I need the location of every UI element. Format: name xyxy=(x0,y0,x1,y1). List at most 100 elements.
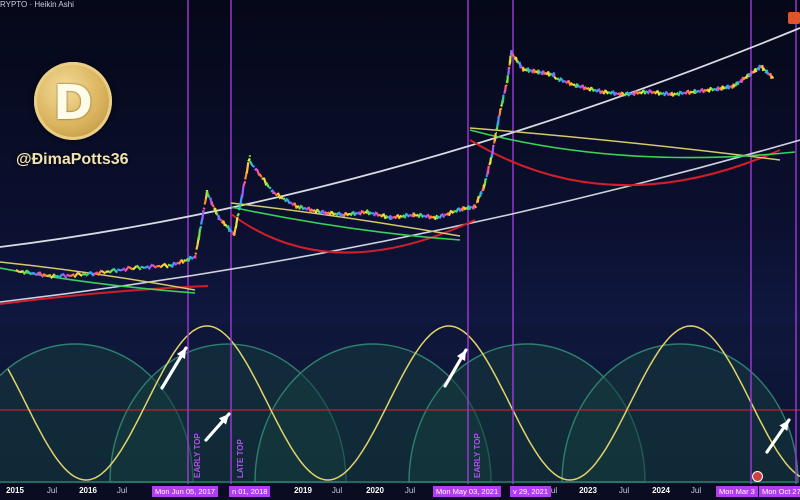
price-segment xyxy=(501,94,505,104)
chart-canvas: RYPTO · Heikin Ashi D @ÐimaPotts36 2015 J… xyxy=(0,0,800,500)
price-segment xyxy=(202,207,206,210)
price-segment xyxy=(495,127,499,131)
price-segment xyxy=(358,209,364,216)
price-segment xyxy=(116,268,122,272)
price-segment xyxy=(303,207,307,210)
cycle-top-label: EARLY TOP xyxy=(473,433,482,478)
price-segment xyxy=(519,64,523,69)
price-segment xyxy=(207,194,211,198)
price-segment xyxy=(228,228,233,233)
price-segment xyxy=(258,173,263,178)
price-segment xyxy=(635,90,640,96)
price-segment xyxy=(616,92,621,96)
price-segment xyxy=(135,264,142,271)
x-tick-label: 2016 xyxy=(79,486,97,495)
price-segment xyxy=(189,256,194,260)
price-segment xyxy=(378,213,382,217)
price-segment xyxy=(563,79,567,83)
price-series-0 xyxy=(15,155,251,279)
price-segment xyxy=(19,270,24,274)
price-segment xyxy=(663,90,668,97)
price-segment xyxy=(201,209,205,220)
price-segment xyxy=(431,215,436,219)
x-tick-label: Jul xyxy=(690,486,702,495)
price-segment xyxy=(289,201,293,205)
price-segment xyxy=(577,84,581,88)
x-tick-label: Jul xyxy=(331,486,343,495)
price-segment xyxy=(710,87,715,92)
price-segment xyxy=(735,80,740,86)
logo-letter: D xyxy=(53,75,93,131)
price-segment xyxy=(224,223,228,227)
price-segment xyxy=(38,271,44,278)
price-segment xyxy=(375,212,380,217)
price-segment xyxy=(170,261,176,269)
price-segment xyxy=(450,210,455,215)
price-segment xyxy=(151,264,157,269)
chart-header-title: RYPTO · Heikin Ashi xyxy=(0,0,74,9)
x-tick-label: Jul xyxy=(404,486,416,495)
fit-red-3 xyxy=(469,139,781,187)
price-segment xyxy=(496,115,500,125)
x-tick-label: Jul xyxy=(116,486,128,495)
price-segment xyxy=(112,267,119,274)
price-segment xyxy=(77,272,83,277)
x-tick-label: Jul xyxy=(618,486,630,495)
price-segment xyxy=(762,67,766,72)
price-segment xyxy=(163,262,169,269)
price-segment xyxy=(415,213,419,217)
price-segment xyxy=(312,209,316,213)
dogecoin-logo-icon: D xyxy=(34,62,112,140)
price-segment xyxy=(493,133,497,141)
price-segment xyxy=(210,201,214,207)
price-segment xyxy=(491,145,495,155)
price-segment xyxy=(73,271,80,279)
price-segment xyxy=(215,212,219,216)
cycle-date-badge: Mon Mar 3 xyxy=(716,486,758,497)
price-segment xyxy=(326,211,331,215)
price-segment xyxy=(417,212,422,219)
price-segment xyxy=(499,107,503,111)
price-segment xyxy=(330,211,336,216)
x-tick-label: 2024 xyxy=(652,486,670,495)
price-segment xyxy=(140,265,145,270)
price-segment xyxy=(212,204,215,208)
price-segment xyxy=(236,212,240,217)
price-segment xyxy=(262,177,268,186)
price-segment xyxy=(572,83,576,87)
price-segment xyxy=(500,104,503,107)
x-tick-label: Jul xyxy=(46,486,58,495)
price-segment xyxy=(237,203,242,211)
price-segment xyxy=(485,174,489,178)
price-segment xyxy=(754,67,758,73)
price-chart xyxy=(0,0,800,500)
price-segment xyxy=(511,52,515,57)
price-segment xyxy=(447,209,453,217)
price-segment xyxy=(180,258,185,264)
price-segment xyxy=(661,91,665,96)
price-segment xyxy=(105,270,110,273)
price-segment xyxy=(66,273,71,278)
price-segment xyxy=(721,85,726,90)
cycle-date-badge: v 29, 2021 xyxy=(510,486,552,497)
price-segment xyxy=(600,90,604,94)
upper-trendline xyxy=(0,27,800,248)
price-segment xyxy=(120,267,126,272)
price-segment xyxy=(203,199,207,205)
price-segment xyxy=(328,210,333,217)
price-segment xyxy=(147,263,154,270)
price-segment xyxy=(521,67,526,72)
price-segment xyxy=(251,164,256,168)
price-segment xyxy=(479,190,483,195)
cycle-top-label: EARLY TOP xyxy=(193,433,202,478)
event-marker-icon xyxy=(752,471,763,482)
price-segment xyxy=(272,191,277,195)
cycle-date-badge: Mon Oct 27 xyxy=(759,486,800,497)
price-segment xyxy=(440,212,446,219)
price-segment xyxy=(542,70,546,76)
price-segment xyxy=(310,208,314,212)
price-segment xyxy=(677,90,682,97)
price-segment xyxy=(553,76,558,80)
price-segment xyxy=(69,273,75,278)
cycle-date-badge: Mon May 03, 2021 xyxy=(433,486,502,497)
